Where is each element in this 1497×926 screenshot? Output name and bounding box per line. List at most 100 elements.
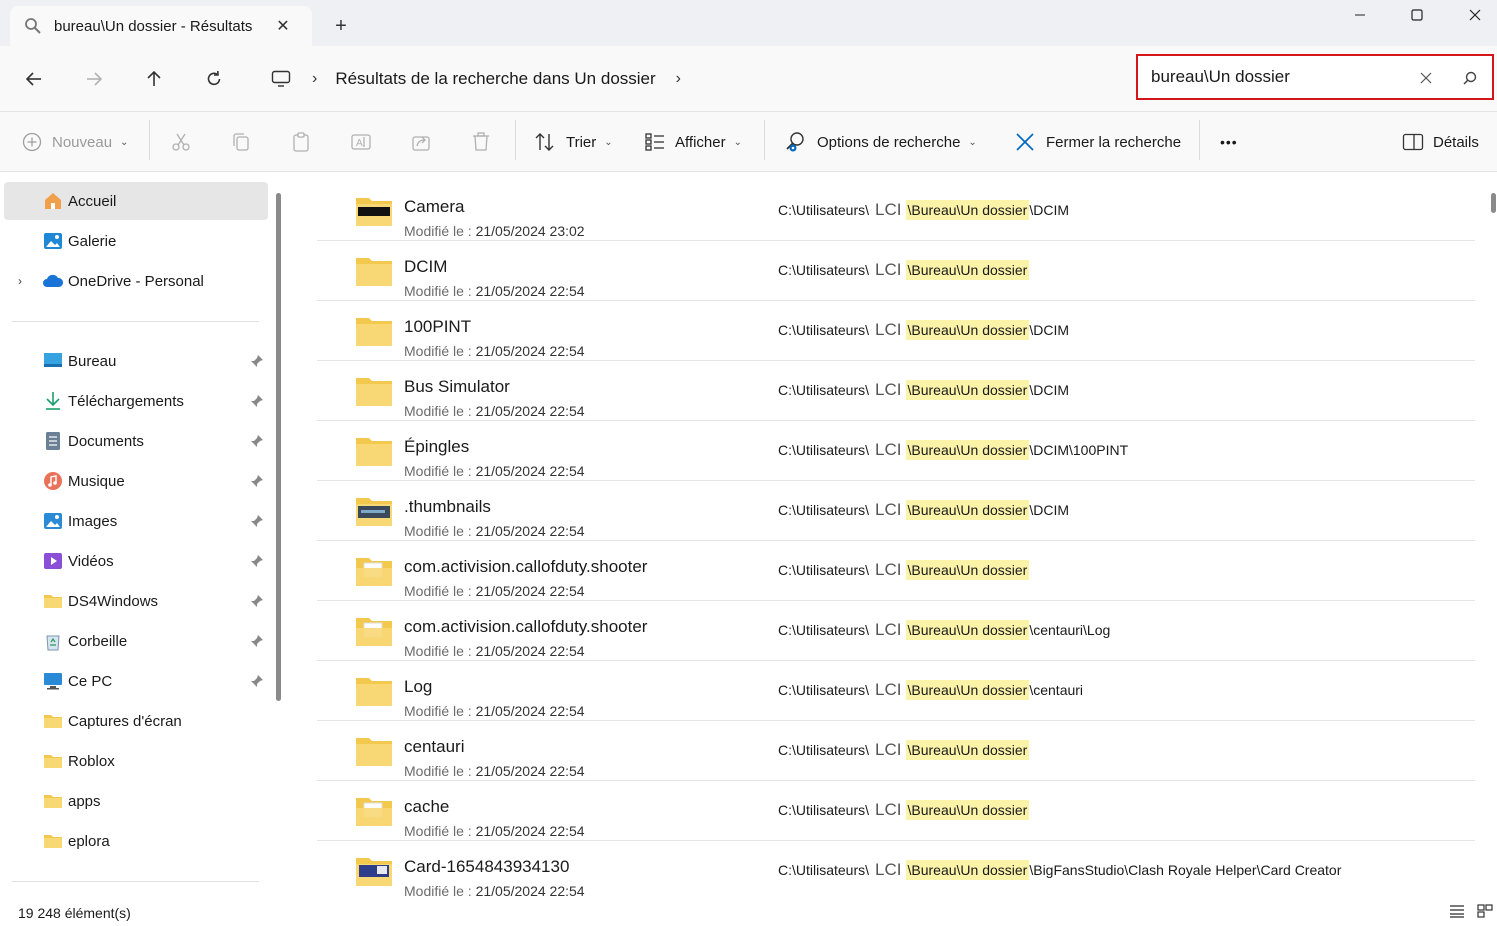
view-button[interactable]: Afficher ⌄ [644, 126, 742, 158]
sort-label: Trier [566, 133, 597, 151]
tab-close-icon[interactable]: ✕ [272, 15, 294, 37]
details-button[interactable]: Détails [1402, 126, 1479, 158]
sidebar-item-this-pc[interactable]: Ce PC [4, 662, 268, 700]
sidebar-item-downloads[interactable]: Téléchargements [4, 382, 268, 420]
result-path: C:\Utilisateurs\ LCI \Bureau\Un dossier \DC… [778, 440, 1128, 460]
clear-search-icon[interactable] [1414, 66, 1438, 90]
clipboard-icon [293, 132, 309, 152]
result-row[interactable]: com.activision.callofduty.shooter Modifié… [317, 541, 1475, 601]
more-options-button[interactable]: ••• [1220, 126, 1238, 158]
folder-icon [42, 750, 64, 772]
result-row[interactable]: Bus Simulator Modifié le : 21/05/2024 22:… [317, 361, 1475, 421]
pin-icon[interactable] [248, 592, 266, 610]
sidebar-item-label: Ce PC [68, 672, 113, 690]
pin-icon[interactable] [248, 352, 266, 370]
address-bar[interactable]: › Résultats de la recherche dans Un doss… [254, 58, 1128, 100]
sidebar-item-apps[interactable]: apps [4, 782, 268, 820]
sidebar-item-pictures[interactable]: Images [4, 502, 268, 540]
result-modified: Modifié le : 21/05/2024 23:02 [404, 223, 585, 239]
sidebar-item-documents[interactable]: Documents [4, 422, 268, 460]
sidebar-item-onedrive[interactable]: › OneDrive - Personal [4, 262, 268, 300]
close-search-button[interactable]: Fermer la recherche [1014, 126, 1181, 158]
sidebar-item-ds4windows[interactable]: DS4Windows [4, 582, 268, 620]
up-button[interactable] [138, 63, 170, 95]
tiles-view-icon[interactable] [1477, 904, 1497, 922]
status-bar: 19 248 élément(s) [0, 899, 1497, 926]
pin-icon[interactable] [248, 392, 266, 410]
maximize-button[interactable] [1389, 0, 1445, 30]
sort-button[interactable]: Trier ⌄ [534, 126, 613, 158]
result-row[interactable]: Épingles Modifié le : 21/05/2024 22:54 C:\… [317, 421, 1475, 481]
sidebar-item-music[interactable]: Musique [4, 462, 268, 500]
result-row[interactable]: Camera Modifié le : 21/05/2024 23:02 C:\Ut… [317, 181, 1475, 241]
search-input[interactable] [1151, 67, 1411, 87]
sidebar-item-gallery[interactable]: Galerie [4, 222, 268, 260]
tab-search-results[interactable]: bureau\Un dossier - Résultats ✕ [10, 6, 312, 46]
sidebar-item-screenshots[interactable]: Captures d'écran [4, 702, 268, 740]
pin-icon[interactable] [248, 632, 266, 650]
result-row[interactable]: 100PINT Modifié le : 21/05/2024 22:54 C:\U… [317, 301, 1475, 361]
result-row[interactable]: centauri Modifié le : 21/05/2024 22:54 C:\… [317, 721, 1475, 781]
computer-icon [42, 670, 64, 692]
sidebar-scrollbar[interactable] [276, 193, 281, 701]
rename-button[interactable]: A [350, 126, 372, 158]
path-user: LCI [875, 440, 902, 459]
details-view-icon[interactable] [1449, 904, 1469, 922]
divider [149, 120, 150, 160]
sidebar-item-home[interactable]: Accueil [4, 182, 268, 220]
sidebar-item-roblox[interactable]: Roblox [4, 742, 268, 780]
folder-icon [355, 374, 393, 408]
back-button[interactable] [18, 63, 50, 95]
sidebar-item-eplora[interactable]: eplora [4, 822, 268, 860]
share-button[interactable] [410, 126, 432, 158]
chevron-right-icon[interactable]: › [676, 70, 681, 88]
folder-icon [355, 674, 393, 708]
result-row[interactable]: .thumbnails Modifié le : 21/05/2024 22:54… [317, 481, 1475, 541]
result-path: C:\Utilisateurs\ LCI \Bureau\Un dossier \ce… [778, 620, 1110, 640]
sidebar-item-videos[interactable]: Vidéos [4, 542, 268, 580]
documents-icon [42, 430, 64, 452]
result-modified: Modifié le : 21/05/2024 22:54 [404, 643, 585, 659]
new-tab-button[interactable]: + [328, 13, 354, 39]
sidebar-item-desktop[interactable]: Bureau [4, 342, 268, 380]
result-row[interactable]: Card-1654843934130 Modifié le : 21/05/202… [317, 841, 1475, 899]
result-row[interactable]: Log Modifié le : 21/05/2024 22:54 C:\Utili… [317, 661, 1475, 721]
refresh-button[interactable] [198, 63, 230, 95]
close-window-button[interactable] [1447, 0, 1497, 30]
delete-button[interactable] [470, 126, 492, 158]
chevron-right-icon[interactable]: › [312, 70, 317, 88]
new-button[interactable]: Nouveau ⌄ [22, 126, 128, 158]
sidebar-item-label: Bureau [68, 352, 117, 370]
result-modified: Modifié le : 21/05/2024 22:54 [404, 463, 585, 479]
pin-icon[interactable] [248, 512, 266, 530]
path-match-highlight: \Bureau\Un dossier [905, 200, 1030, 220]
result-row[interactable]: com.activision.callofduty.shooter Modifié… [317, 601, 1475, 661]
home-icon [42, 190, 64, 212]
chevron-right-icon[interactable]: › [18, 274, 22, 288]
pin-icon[interactable] [248, 432, 266, 450]
cut-button[interactable] [170, 126, 192, 158]
close-search-label: Fermer la recherche [1046, 133, 1182, 151]
path-user: LCI [875, 740, 902, 759]
details-pane-icon [1402, 133, 1424, 151]
pin-icon[interactable] [248, 552, 266, 570]
forward-button[interactable] [78, 63, 110, 95]
minimize-button[interactable] [1332, 0, 1388, 30]
results-scrollbar[interactable] [1491, 193, 1496, 213]
path-match-highlight: \Bureau\Un dossier [905, 680, 1030, 700]
search-options-button[interactable]: Options de recherche ⌄ [784, 126, 977, 158]
sidebar-item-label: DS4Windows [68, 592, 159, 610]
result-row[interactable]: DCIM Modifié le : 21/05/2024 22:54 C:\Util… [317, 241, 1475, 301]
path-user: LCI [875, 680, 902, 699]
copy-button[interactable] [230, 126, 252, 158]
search-icon[interactable] [1458, 66, 1482, 90]
pin-icon[interactable] [248, 472, 266, 490]
pin-icon[interactable] [248, 672, 266, 690]
paste-button[interactable] [290, 126, 312, 158]
result-row[interactable]: cache Modifié le : 21/05/2024 22:54 C:\Uti… [317, 781, 1475, 841]
breadcrumb[interactable]: Résultats de la recherche dans Un dossie… [335, 69, 655, 89]
sidebar-item-recycle-bin[interactable]: Corbeille [4, 622, 268, 660]
sidebar-item-label: Documents [68, 432, 144, 450]
path-prefix: C:\Utilisateurs\ [778, 202, 870, 218]
search-box[interactable] [1136, 54, 1494, 100]
